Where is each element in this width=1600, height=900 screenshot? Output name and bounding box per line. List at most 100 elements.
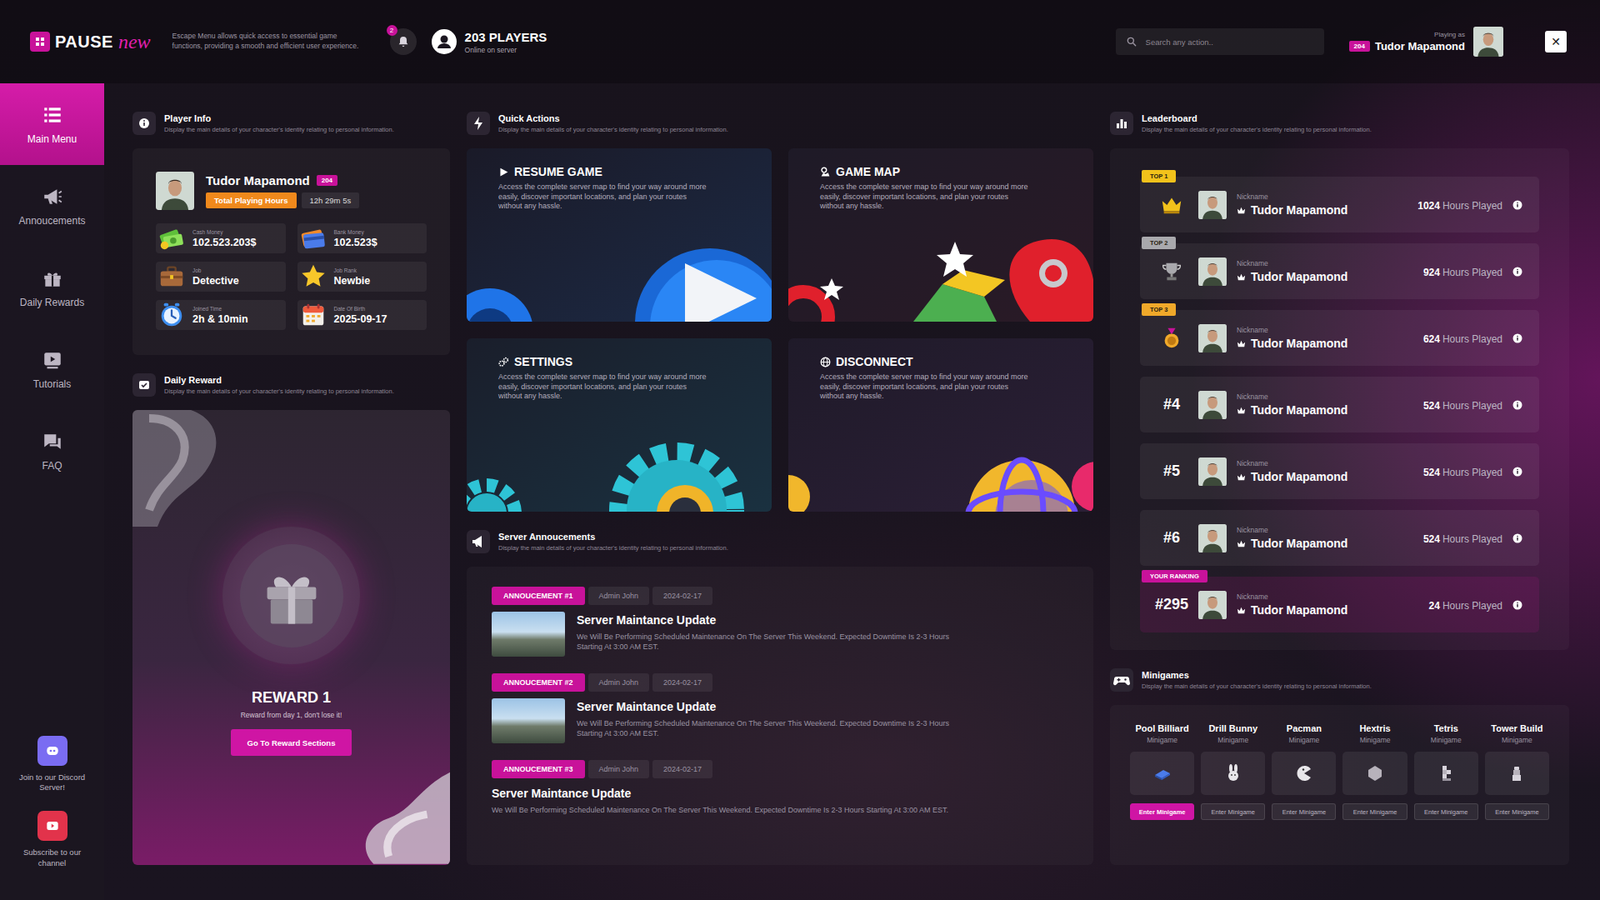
sidebar-item[interactable]: Main Menu <box>0 83 105 165</box>
megaphone-icon <box>466 530 490 554</box>
announcements-list: ANNOUCEMENT #1Admin John2024-02-17Server… <box>466 566 1094 865</box>
sidebar-item[interactable]: FAQ <box>0 410 105 492</box>
card-icon <box>299 224 328 253</box>
enter-minigame-button[interactable]: Enter Minigame <box>1485 803 1550 820</box>
menu-list-icon <box>41 104 64 126</box>
announcement-author: Admin John <box>588 673 650 692</box>
search-field[interactable] <box>1115 28 1325 55</box>
announcement-body: We Will Be Performing Scheduled Maintena… <box>576 719 977 739</box>
rank: #4 <box>1155 395 1189 414</box>
section-title: Server Annoucements <box>498 531 729 542</box>
leaderboard-row[interactable]: #6NicknameTudor Mapamond524Hours Played <box>1140 510 1540 566</box>
crown-small-icon <box>1236 205 1246 215</box>
info-icon[interactable] <box>1512 533 1523 544</box>
stat-label: Joined Time <box>192 305 249 312</box>
megaphone-icon <box>41 185 64 208</box>
announcement-tag: ANNOUCEMENT #2 <box>491 673 585 692</box>
sidebar-item[interactable]: Tutorials <box>0 328 105 410</box>
search-input[interactable] <box>1144 36 1315 48</box>
crown-small-icon <box>1236 472 1246 482</box>
leaderboard-row[interactable]: TOP 2NicknameTudor Mapamond924Hours Play… <box>1140 243 1540 300</box>
info-icon[interactable] <box>1512 333 1523 344</box>
close-button[interactable]: ✕ <box>1545 30 1567 53</box>
announcement-body: We Will Be Performing Scheduled Maintena… <box>576 632 977 652</box>
reward-button[interactable]: Go To Reward Sections <box>230 729 353 756</box>
bar-chart-icon <box>1110 111 1134 135</box>
nickname-label: Nickname <box>1236 525 1348 535</box>
minigame-name: Pacman <box>1286 723 1322 734</box>
sidebar-label: Daily Rewards <box>20 296 85 309</box>
rank <box>1155 193 1189 217</box>
hours-played: 524Hours Played <box>1423 530 1503 546</box>
minigame-type: Minigame <box>1146 735 1178 745</box>
main-content: Player InfoDisplay the main details of y… <box>104 83 1600 900</box>
enter-minigame-button[interactable]: Enter Minigame <box>1271 803 1336 820</box>
leaderboard-row[interactable]: #4NicknameTudor Mapamond524Hours Played <box>1140 376 1540 433</box>
stat-item: Bank Money102.523$ <box>297 223 428 254</box>
minigame: Tower BuildMinigameEnter Minigame <box>1485 723 1550 820</box>
player-name: Tudor Mapamond <box>1250 536 1348 550</box>
minigame-tile[interactable] <box>1414 751 1479 795</box>
user-caption: Playing as <box>1434 30 1465 39</box>
info-icon[interactable] <box>1512 266 1523 277</box>
sidebar-label: Tutorials <box>33 378 72 390</box>
leaderboard-row[interactable]: YOUR RANKING#295NicknameTudor Mapamond24… <box>1140 576 1540 633</box>
section-description: Display the main details of your charact… <box>1141 682 1372 690</box>
enter-minigame-button[interactable]: Enter Minigame <box>1342 803 1407 820</box>
avatar-icon <box>1473 26 1504 57</box>
hours-played: 524Hours Played <box>1423 397 1503 413</box>
minigame-tile[interactable] <box>1130 751 1195 795</box>
nickname-label: Nickname <box>1236 325 1348 335</box>
announcement-author: Admin John <box>588 760 650 779</box>
reward-gift <box>222 526 360 665</box>
quick-action-card[interactable]: DISCONNECTAccess the complete server map… <box>788 338 1094 512</box>
lightning-icon <box>466 111 490 135</box>
minigame-name: Tower Build <box>1490 723 1543 734</box>
social-link[interactable]: Join to our Discord Server! <box>14 735 91 794</box>
info-icon[interactable] <box>1512 200 1523 210</box>
reward-title: REWARD 1 <box>251 689 331 707</box>
info-icon <box>132 111 156 135</box>
minigame-tile[interactable] <box>1485 751 1550 795</box>
info-icon[interactable] <box>1512 466 1523 477</box>
sidebar-item[interactable]: Annoucements <box>0 165 105 247</box>
leaderboard-row[interactable]: #5NicknameTudor Mapamond524Hours Played <box>1140 443 1540 500</box>
notifications-button[interactable]: 2 <box>390 28 417 55</box>
avatar-icon <box>155 171 195 210</box>
announcement[interactable]: ANNOUCEMENT #1Admin John2024-02-17Server… <box>491 586 1069 657</box>
quick-action-card[interactable]: SETTINGSAccess the complete server map t… <box>466 338 772 512</box>
reward-caption: Reward from day 1, don't lose it! <box>240 710 343 720</box>
rank <box>1155 326 1189 350</box>
leaderboard-row[interactable]: TOP 1NicknameTudor Mapamond1024Hours Pla… <box>1140 176 1540 233</box>
social-link[interactable]: Subscribe to our channel <box>14 810 91 869</box>
leaderboard-row[interactable]: TOP 3NicknameTudor Mapamond624Hours Play… <box>1140 310 1540 366</box>
announcement[interactable]: ANNOUCEMENT #2Admin John2024-02-17Server… <box>491 673 1069 744</box>
announcement[interactable]: ANNOUCEMENT #3Admin John2024-02-17Server… <box>491 760 1069 816</box>
enter-minigame-button[interactable]: Enter Minigame <box>1130 803 1195 820</box>
stat-value: Detective <box>192 275 240 287</box>
minigame-tile[interactable] <box>1271 751 1336 795</box>
globe-icon <box>820 356 831 368</box>
discord-glyph-icon <box>44 742 61 760</box>
announcement-date: 2024-02-17 <box>652 673 713 692</box>
medal-icon <box>1160 326 1184 350</box>
sidebar-item[interactable]: Daily Rewards <box>0 246 105 329</box>
video-icon <box>41 349 64 371</box>
enter-minigame-button[interactable]: Enter Minigame <box>1200 803 1265 820</box>
leaderboard: TOP 1NicknameTudor Mapamond1024Hours Pla… <box>1110 148 1570 650</box>
quick-action-description: Access the complete server map to find y… <box>466 372 724 402</box>
minigame-tile[interactable] <box>1342 751 1407 795</box>
quick-action-card[interactable]: RESUME GAMEAccess the complete server ma… <box>466 148 772 322</box>
enter-minigame-button[interactable]: Enter Minigame <box>1414 803 1479 820</box>
user-name: Tudor Mapamond <box>1375 40 1465 53</box>
avatar-icon <box>1198 257 1227 286</box>
star-icon <box>299 262 328 291</box>
player-name: Tudor Mapamond <box>1250 603 1348 617</box>
info-icon[interactable] <box>1512 400 1523 410</box>
nickname-label: Nickname <box>1236 459 1348 468</box>
announcement-date: 2024-02-17 <box>652 760 713 779</box>
quick-action-card[interactable]: GAME MAPAccess the complete server map t… <box>788 148 1094 322</box>
tower-icon <box>1506 763 1527 784</box>
info-icon[interactable] <box>1512 600 1523 610</box>
minigame-tile[interactable] <box>1200 751 1265 795</box>
